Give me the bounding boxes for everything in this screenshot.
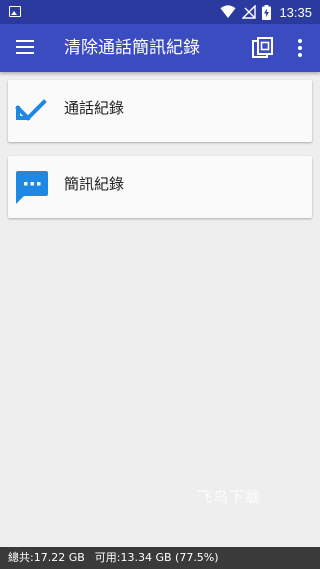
watermark: 飞鸟下载 [197, 488, 262, 506]
call-log-card[interactable]: 通話紀錄 [8, 80, 312, 142]
storage-total: 總共:17.22 GB [8, 551, 85, 564]
status-time: 13:35 [279, 4, 312, 20]
sms-icon [16, 171, 48, 204]
app-bar: 清除通話簡訊紀錄 [0, 24, 320, 72]
wifi-icon [220, 5, 236, 18]
battery-charging-icon [262, 4, 272, 20]
copy-icon[interactable] [252, 37, 274, 59]
menu-icon[interactable] [16, 40, 34, 54]
call-log-label: 通話紀錄 [64, 99, 125, 117]
storage-available: 可用:13.34 GB (77.5%) [94, 551, 219, 564]
storage-bar: 總共:17.22 GB 可用:13.34 GB (77.5%) [0, 547, 320, 569]
sms-log-card[interactable]: 簡訊紀錄 [8, 156, 312, 218]
status-icons: 13:35 [220, 0, 312, 24]
sms-log-label: 簡訊紀錄 [64, 175, 125, 193]
more-vert-icon[interactable] [290, 38, 310, 58]
page-title: 清除通話簡訊紀錄 [64, 38, 200, 58]
image-icon [9, 6, 21, 17]
status-bar: 13:35 [0, 0, 320, 24]
no-signal-icon [242, 5, 257, 19]
call-received-icon [15, 99, 47, 121]
